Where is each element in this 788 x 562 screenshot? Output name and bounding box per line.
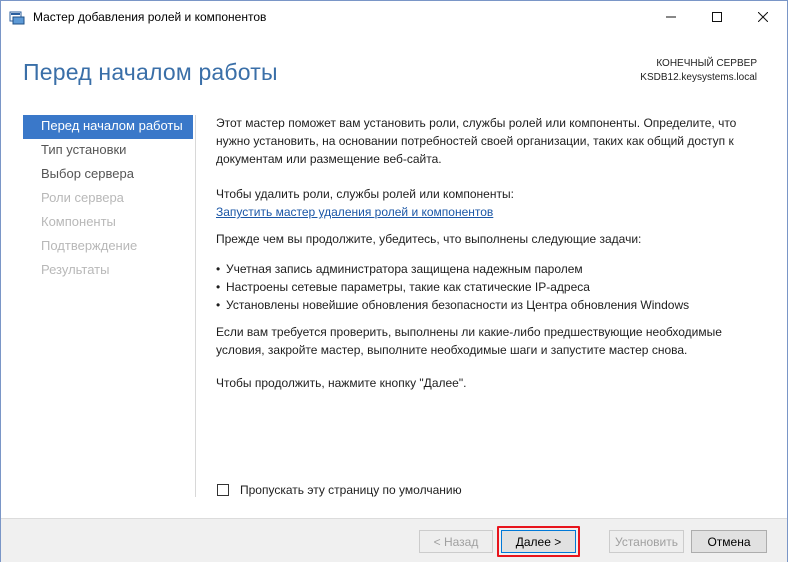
sidebar-item-installation-type[interactable]: Тип установки	[23, 139, 193, 163]
destination-server-info: КОНЕЧНЫЙ СЕРВЕР KSDB12.keysystems.local	[640, 57, 757, 85]
minimize-icon	[666, 16, 676, 17]
next-button[interactable]: Далее >	[501, 530, 576, 553]
prerequisites-note: Если вам требуется проверить, выполнены …	[216, 325, 722, 357]
list-item: Установлены новейшие обновления безопасн…	[216, 296, 756, 314]
window-title: Мастер добавления ролей и компонентов	[33, 10, 267, 24]
destination-server-label: КОНЕЧНЫЙ СЕРВЕР	[656, 58, 757, 69]
sidebar-item-server-selection[interactable]: Выбор сервера	[23, 163, 193, 187]
title-bar[interactable]: Мастер добавления ролей и компонентов	[1, 1, 787, 32]
sidebar-item-results: Результаты	[41, 262, 110, 277]
sidebar-item-features: Компоненты	[41, 214, 116, 229]
skip-page-checkbox[interactable]	[217, 484, 229, 496]
intro-text: Этот мастер поможет вам установить роли,…	[216, 116, 737, 166]
page-title: Перед началом работы	[23, 59, 278, 85]
list-item: Настроены сетевые параметры, такие как с…	[216, 278, 756, 296]
back-button[interactable]: < Назад	[419, 530, 493, 553]
close-icon	[758, 11, 768, 22]
prerequisites-label: Прежде чем вы продолжите, убедитесь, что…	[216, 232, 642, 246]
content-panel: Этот мастер поможет вам установить роли,…	[216, 114, 756, 392]
prerequisites-list: Учетная запись администратора защищена н…	[216, 260, 756, 314]
remove-roles-wizard-link[interactable]: Запустить мастер удаления ролей и компон…	[216, 205, 493, 219]
sidebar-item-before-you-begin[interactable]: Перед началом работы	[23, 115, 193, 139]
wizard-steps-nav: Перед началом работы Тип установки Выбор…	[23, 115, 193, 283]
button-bar: < Назад Далее > Установить Отмена	[1, 518, 787, 562]
remove-roles-label: Чтобы удалить роли, службы ролей или ком…	[216, 187, 514, 201]
server-manager-app-icon	[9, 9, 25, 25]
continue-note: Чтобы продолжить, нажмите кнопку "Далее"…	[216, 376, 467, 390]
sidebar-divider	[195, 115, 196, 497]
maximize-button[interactable]	[694, 1, 740, 32]
list-item: Учетная запись администратора защищена н…	[216, 260, 756, 278]
close-button[interactable]	[740, 1, 786, 32]
cancel-button[interactable]: Отмена	[691, 530, 767, 553]
skip-page-label[interactable]: Пропускать эту страницу по умолчанию	[240, 483, 462, 497]
destination-server-name: KSDB12.keysystems.local	[640, 72, 757, 83]
skip-page-option[interactable]: Пропускать эту страницу по умолчанию	[217, 483, 462, 497]
wizard-window: Мастер добавления ролей и компонентов Пе…	[0, 0, 788, 562]
minimize-button[interactable]	[648, 1, 694, 32]
maximize-icon	[712, 11, 722, 22]
sidebar-item-server-roles: Роли сервера	[41, 190, 124, 205]
install-button[interactable]: Установить	[609, 530, 684, 553]
sidebar-item-confirmation: Подтверждение	[41, 238, 138, 253]
